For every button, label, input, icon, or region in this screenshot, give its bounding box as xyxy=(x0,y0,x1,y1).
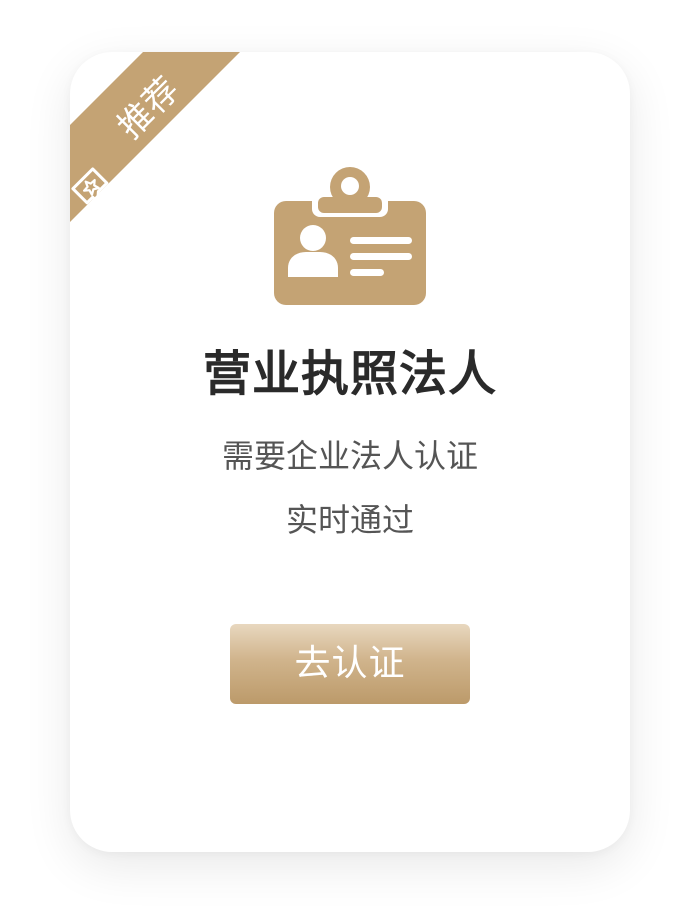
recommend-ribbon: 推荐 xyxy=(70,52,240,222)
id-card-icon xyxy=(274,167,426,305)
card-description-line1: 需要企业法人认证 xyxy=(221,437,478,475)
card-title: 营业执照法人 xyxy=(202,346,497,402)
card-description-line2: 实时通过 xyxy=(285,501,414,539)
verify-button[interactable]: 去认证 xyxy=(230,624,470,704)
verification-card: 推荐 营业执照法人 需要企业法人认证 实时通过 去认证 xyxy=(70,52,630,852)
